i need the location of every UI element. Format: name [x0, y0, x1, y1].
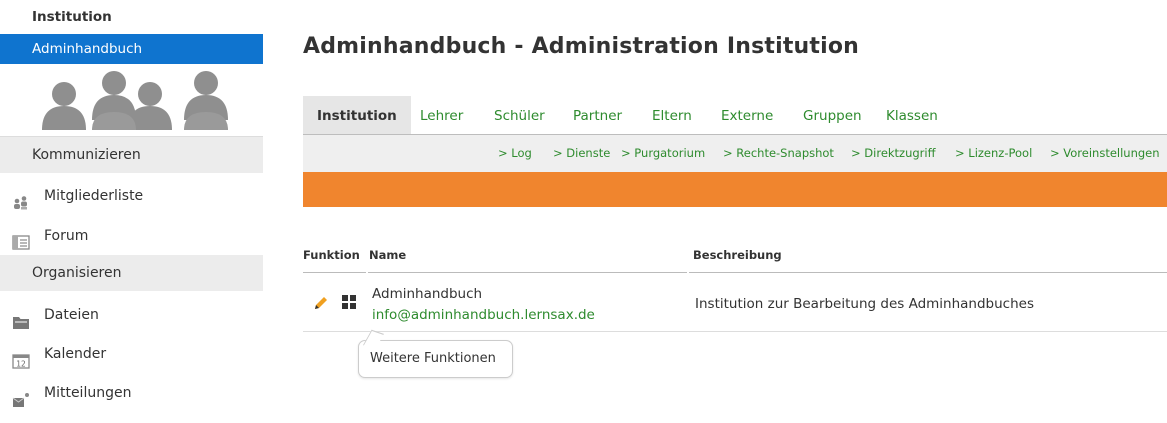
- tab-schueler[interactable]: Schüler: [494, 96, 545, 134]
- tab-klassen[interactable]: Klassen: [886, 96, 938, 134]
- sidebar-item-mitgliederliste[interactable]: Mitgliederliste: [0, 177, 263, 215]
- members-icon: [12, 188, 30, 210]
- subnav-lizenz-pool[interactable]: > Lizenz-Pool: [955, 135, 1032, 171]
- group-avatars-image: [0, 64, 263, 137]
- more-functions-grid-icon[interactable]: [341, 294, 357, 310]
- header-divider: [689, 272, 1167, 273]
- sidebar-item-label: Kalender: [44, 346, 107, 362]
- sidebar-section-kommunizieren: Kommunizieren: [0, 137, 263, 173]
- forum-icon: [12, 228, 30, 250]
- folder-icon: [12, 307, 30, 329]
- sidebar-item-label: Forum: [44, 228, 89, 244]
- tooltip-text: Weitere Funktionen: [370, 351, 496, 366]
- row-email-link[interactable]: info@adminhandbuch.lernsax.de: [372, 307, 595, 323]
- page-title: Adminhandbuch - Administration Instituti…: [303, 34, 860, 59]
- tab-institution[interactable]: Institution: [303, 96, 411, 134]
- subnav-log[interactable]: > Log: [498, 135, 532, 171]
- tab-eltern[interactable]: Eltern: [652, 96, 692, 134]
- row-divider: [303, 331, 1167, 332]
- sidebar-section-organisieren: Organisieren: [0, 255, 263, 291]
- calendar-icon: 12: [12, 346, 30, 369]
- svg-text:12: 12: [16, 360, 26, 369]
- row-description: Institution zur Bearbeitung des Adminhan…: [695, 296, 1035, 312]
- sidebar-item-label: Mitteilungen: [44, 385, 132, 401]
- sidebar: Institution Adminhandbuch Kommunizieren …: [0, 0, 263, 407]
- subnav-dienste[interactable]: > Dienste: [553, 135, 610, 171]
- column-header-name: Name: [369, 248, 407, 262]
- status-bar: [303, 172, 1167, 207]
- tab-lehrer[interactable]: Lehrer: [420, 96, 463, 134]
- row-name: Adminhandbuch: [372, 286, 483, 302]
- messages-icon: [12, 385, 30, 407]
- sidebar-item-dateien[interactable]: Dateien: [0, 296, 263, 334]
- column-header-beschreibung: Beschreibung: [693, 248, 782, 262]
- tab-partner[interactable]: Partner: [573, 96, 622, 134]
- edit-pencil-icon[interactable]: [312, 294, 330, 312]
- sidebar-item-kalender[interactable]: 12 Kalender: [0, 335, 263, 373]
- subnav-voreinstellungen[interactable]: > Voreinstellungen: [1050, 135, 1160, 171]
- header-divider: [368, 272, 687, 273]
- column-header-funktion: Funktion: [303, 248, 360, 262]
- sidebar-item-label: Dateien: [44, 307, 99, 323]
- sidebar-item-label: Mitgliederliste: [44, 188, 144, 204]
- sidebar-item-mitteilungen[interactable]: Mitteilungen: [0, 374, 263, 412]
- sidebar-item-forum[interactable]: Forum: [0, 217, 263, 255]
- sub-navigation: > Log > Dienste > Purgatorium > Rechte-S…: [303, 135, 1167, 172]
- sidebar-institution-label: Institution: [32, 9, 112, 25]
- header-divider: [303, 272, 366, 273]
- subnav-purgatorium[interactable]: > Purgatorium: [621, 135, 705, 171]
- group-avatars-icon: [42, 71, 228, 130]
- sidebar-item-adminhandbuch[interactable]: Adminhandbuch: [0, 34, 263, 64]
- subnav-rechte-snapshot[interactable]: > Rechte-Snapshot: [723, 135, 834, 171]
- tab-bar: Institution Lehrer Schüler Partner Elter…: [303, 96, 1167, 135]
- tab-gruppen[interactable]: Gruppen: [803, 96, 862, 134]
- tab-externe[interactable]: Externe: [721, 96, 773, 134]
- subnav-direktzugriff[interactable]: > Direktzugriff: [851, 135, 936, 171]
- tooltip: Weitere Funktionen: [358, 329, 513, 378]
